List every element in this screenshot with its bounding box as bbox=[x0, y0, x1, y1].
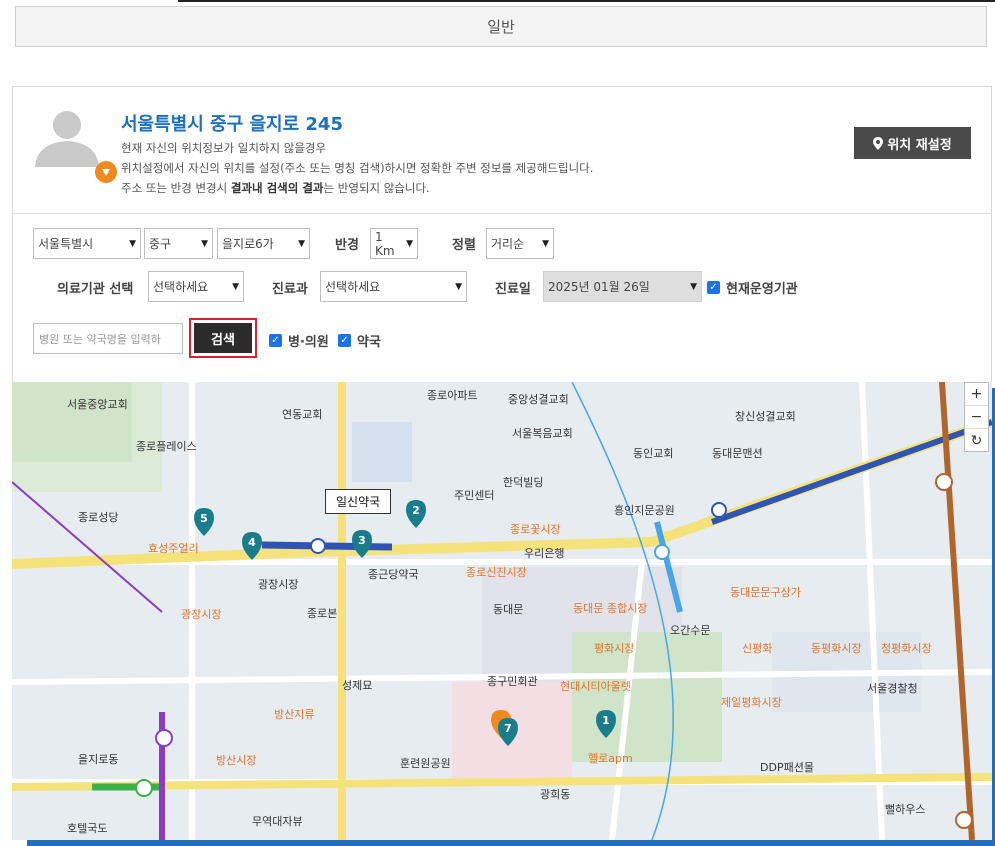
svg-text:훈련원공원: 훈련원공원 bbox=[400, 757, 451, 770]
svg-text:무역대자뷰: 무역대자뷰 bbox=[252, 815, 303, 828]
clinic-checkbox[interactable]: ✓ 병·의원 bbox=[269, 331, 329, 350]
view-tabs: 일반 지도 bbox=[15, 6, 995, 846]
svg-text:청평화시장: 청평화시장 bbox=[881, 642, 932, 655]
map-canvas[interactable]: 54 3 217 서울중앙교회 종로아파트 중앙성결교회 창신성결교회 연동교회 … bbox=[12, 382, 992, 840]
svg-text:주민센터: 주민센터 bbox=[454, 489, 494, 502]
location-header: 서울특별시 중구 을지로 245 현재 자신의 위치정보가 일치하지 않을경우 … bbox=[13, 87, 991, 214]
sort-label: 정렬 bbox=[452, 238, 476, 253]
svg-text:동대문맨션: 동대문맨션 bbox=[712, 447, 763, 460]
svg-text:성제묘: 성제묘 bbox=[342, 679, 372, 692]
search-panel: 서울특별시 중구 을지로 245 현재 자신의 위치정보가 일치하지 않을경우 … bbox=[12, 86, 992, 382]
svg-text:을지로동: 을지로동 bbox=[78, 753, 118, 766]
radius-select[interactable]: 1 Km ▼ bbox=[370, 228, 418, 259]
zoom-out-button[interactable]: − bbox=[965, 406, 988, 429]
svg-text:DDP패션몰: DDP패션몰 bbox=[760, 761, 814, 774]
svg-text:종구민회관: 종구민회관 bbox=[487, 675, 538, 688]
svg-text:흥인지문공원: 흥인지문공원 bbox=[614, 503, 675, 517]
map-reset-icon[interactable]: ↻ bbox=[965, 429, 988, 452]
checkbox-checked-icon: ✓ bbox=[707, 281, 720, 294]
search-input[interactable]: 병원 또는 약국명을 입력하 bbox=[33, 323, 183, 354]
svg-text:헬로apm: 헬로apm bbox=[588, 752, 633, 765]
svg-text:종로꽃시장: 종로꽃시장 bbox=[510, 523, 561, 536]
map-view[interactable]: 543 217 서울중앙교회 종로아파트 중앙성결교회 창신성결교회 연동교회 … bbox=[12, 382, 992, 840]
svg-text:7: 7 bbox=[504, 722, 512, 735]
svg-text:서울중앙교회: 서울중앙교회 bbox=[67, 398, 128, 411]
pharmacy-tooltip[interactable]: 일신약국 bbox=[325, 489, 392, 514]
svg-text:동대문문구상가: 동대문문구상가 bbox=[730, 586, 801, 599]
svg-text:현대시티아울렛: 현대시티아울렛 bbox=[560, 680, 631, 693]
date-label: 진료일 bbox=[495, 282, 531, 297]
department-select[interactable]: 선택하세요 ▼ bbox=[320, 271, 467, 302]
svg-text:4: 4 bbox=[248, 536, 256, 549]
svg-text:우리은행: 우리은행 bbox=[524, 547, 564, 560]
svg-text:1: 1 bbox=[602, 714, 610, 727]
tab-general[interactable]: 일반 bbox=[15, 6, 987, 47]
svg-text:한덕빌딩: 한덕빌딩 bbox=[503, 476, 543, 489]
svg-text:중앙성결교회: 중앙성결교회 bbox=[508, 393, 569, 406]
svg-text:신평화: 신평화 bbox=[742, 642, 772, 655]
svg-text:오간수문: 오간수문 bbox=[670, 624, 710, 637]
svg-text:효성주얼리: 효성주얼리 bbox=[148, 541, 199, 555]
reset-location-button[interactable]: 위치 재설정 bbox=[854, 127, 971, 159]
svg-text:종로플레이스: 종로플레이스 bbox=[136, 440, 197, 453]
svg-text:서울복음교회: 서울복음교회 bbox=[512, 427, 573, 440]
svg-text:서울경찰청: 서울경찰청 bbox=[867, 682, 918, 695]
svg-text:동인교회: 동인교회 bbox=[633, 447, 673, 460]
sort-select[interactable]: 거리순 ▼ bbox=[486, 228, 554, 259]
zoom-controls: + − ↻ bbox=[964, 382, 989, 452]
svg-text:호텔국도: 호텔국도 bbox=[67, 822, 107, 835]
svg-text:광장시장: 광장시장 bbox=[181, 608, 221, 621]
svg-text:동평화시장: 동평화시장 bbox=[811, 642, 862, 655]
svg-text:방산지류: 방산지류 bbox=[274, 708, 314, 721]
user-avatar-icon bbox=[33, 109, 117, 183]
dong-select[interactable]: 을지로6가 ▼ bbox=[217, 228, 310, 259]
operating-checkbox[interactable]: ✓ 현재운영기관 bbox=[707, 278, 798, 297]
date-select[interactable]: 2025년 01월 26일 ▼ bbox=[543, 271, 702, 302]
current-address: 서울특별시 중구 을지로 245 bbox=[121, 114, 343, 135]
svg-text:동대문: 동대문 bbox=[493, 603, 523, 616]
search-button[interactable]: 검색 bbox=[194, 323, 252, 353]
note-line: 주소 또는 반경 변경시 결과내 검색의 결과는 반영되지 않습니다. bbox=[121, 181, 430, 195]
gu-select[interactable]: 중구 ▼ bbox=[144, 228, 213, 259]
svg-text:종로성당: 종로성당 bbox=[78, 511, 118, 524]
top-rule bbox=[178, 0, 995, 2]
location-notes: 현재 자신의 위치정보가 일치하지 않을경우 위치설정에서 자신의 위치를 설정… bbox=[121, 138, 593, 198]
svg-text:창신성결교회: 창신성결교회 bbox=[735, 410, 796, 423]
svg-text:종근당약국: 종근당약국 bbox=[368, 567, 419, 581]
svg-text:제일평화시장: 제일평화시장 bbox=[721, 695, 782, 709]
svg-text:종로아파트: 종로아파트 bbox=[427, 389, 478, 402]
svg-text:연동교회: 연동교회 bbox=[282, 408, 322, 421]
svg-text:2: 2 bbox=[412, 504, 420, 517]
map-pin-icon bbox=[873, 136, 884, 150]
institution-label: 의료기관 선택 bbox=[57, 282, 134, 297]
svg-text:5: 5 bbox=[200, 512, 208, 525]
radius-label: 반경 bbox=[335, 238, 359, 253]
institution-select[interactable]: 선택하세요 ▼ bbox=[148, 271, 244, 302]
sido-select[interactable]: 서울특별시 ▼ bbox=[33, 228, 141, 259]
location-pin-icon bbox=[95, 161, 117, 183]
checkbox-checked-icon: ✓ bbox=[338, 334, 351, 347]
svg-text:방산시장: 방산시장 bbox=[216, 754, 256, 767]
svg-text:광장시장: 광장시장 bbox=[258, 578, 298, 591]
pharmacy-checkbox[interactable]: ✓ 약국 bbox=[338, 331, 381, 350]
svg-text:종로신진시장: 종로신진시장 bbox=[466, 566, 527, 579]
note-line: 현재 자신의 위치정보가 일치하지 않을경우 bbox=[121, 141, 327, 155]
svg-text:동대문 종합시장: 동대문 종합시장 bbox=[573, 602, 647, 615]
svg-text:뻘하우스: 뻘하우스 bbox=[885, 802, 925, 816]
svg-text:종로본: 종로본 bbox=[307, 607, 337, 620]
checkbox-checked-icon: ✓ bbox=[269, 334, 282, 347]
search-button-frame: 검색 bbox=[189, 318, 257, 358]
svg-text:광희동: 광희동 bbox=[540, 788, 570, 801]
svg-text:3: 3 bbox=[358, 534, 366, 547]
department-label: 진료과 bbox=[272, 282, 308, 297]
svg-text:평화시장: 평화시장 bbox=[594, 642, 634, 655]
zoom-in-button[interactable]: + bbox=[965, 383, 988, 406]
note-line: 위치설정에서 자신의 위치를 설정(주소 또는 명칭 검색)하시면 정확한 주변… bbox=[121, 161, 594, 175]
